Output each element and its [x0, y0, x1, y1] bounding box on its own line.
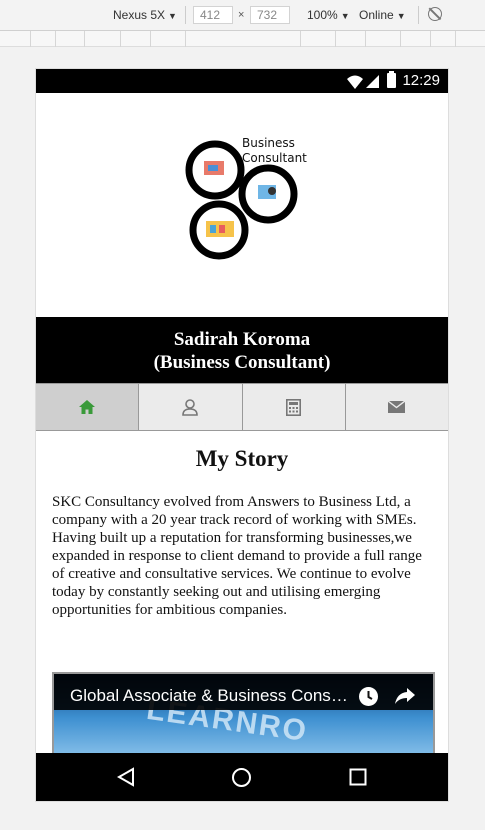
tab-nav	[36, 383, 448, 431]
battery-icon	[387, 71, 396, 88]
logo-text-line2: Consultant	[242, 151, 307, 165]
page-header: Sadirah Koroma (Business Consultant)	[36, 317, 448, 383]
wifi-icon	[347, 75, 363, 89]
android-nav-bar	[36, 753, 448, 801]
tab-calculator[interactable]	[242, 384, 346, 430]
height-input[interactable]: 732	[250, 6, 290, 24]
home-button-icon[interactable]	[231, 767, 252, 788]
device-label: Nexus 5X	[113, 8, 166, 22]
rotate-icon[interactable]	[428, 7, 442, 21]
tab-home[interactable]	[36, 384, 140, 430]
chevron-down-icon: ▼	[168, 11, 177, 21]
zoom-label: 100%	[307, 8, 338, 22]
zoom-select[interactable]: 100% ▼	[307, 8, 350, 22]
device-viewport: 12:29 Business Consultant Sadirah Koroma…	[36, 69, 448, 801]
times-icon: ×	[238, 9, 245, 21]
media-query-ruler	[0, 31, 485, 47]
owner-role: (Business Consultant)	[153, 352, 331, 373]
status-time: 12:29	[402, 72, 440, 89]
signal-icon	[366, 75, 379, 88]
recents-icon[interactable]	[349, 768, 367, 786]
device-select[interactable]: Nexus 5X ▼	[113, 8, 177, 22]
envelope-icon	[388, 401, 406, 413]
status-bar: 12:29	[36, 69, 448, 93]
divider	[185, 6, 186, 24]
network-select[interactable]: Online ▼	[359, 8, 406, 22]
chevron-down-icon: ▼	[340, 11, 350, 21]
home-icon	[79, 400, 96, 414]
network-label: Online	[359, 8, 394, 22]
width-input[interactable]: 412	[193, 6, 233, 24]
divider	[418, 6, 419, 24]
main-content: My Story SKC Consultancy evolved from An…	[36, 431, 448, 753]
calculator-icon	[286, 398, 302, 416]
devtools-toolbar: Nexus 5X ▼ 412 × 732 100% ▼ Online ▼	[0, 0, 485, 31]
tab-contact[interactable]	[345, 384, 448, 430]
story-text: SKC Consultancy evolved from Answers to …	[52, 494, 422, 618]
logo-section: Business Consultant	[36, 93, 448, 317]
business-consultant-logo: Business Consultant	[182, 133, 312, 263]
chevron-down-icon: ▼	[396, 11, 406, 21]
back-icon[interactable]	[116, 767, 136, 787]
story-heading: My Story	[195, 446, 289, 471]
logo-text-line1: Business	[242, 136, 295, 150]
owner-name: Sadirah Koroma	[173, 329, 311, 350]
tab-profile[interactable]	[139, 384, 243, 430]
user-icon	[182, 398, 199, 416]
